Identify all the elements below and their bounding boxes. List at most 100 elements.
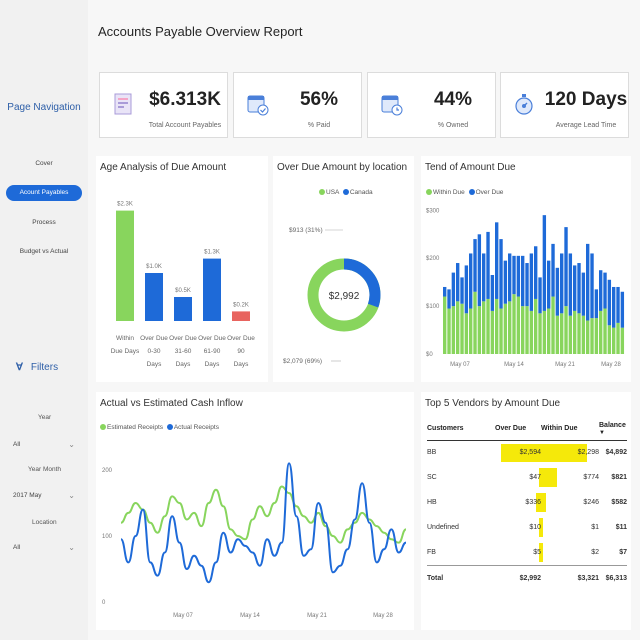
trend-over-bar bbox=[551, 243, 555, 297]
sort-desc-icon: ▼ bbox=[599, 429, 605, 436]
trend-over-bar bbox=[477, 234, 482, 307]
trend-x-tick: May 07 bbox=[450, 362, 470, 368]
trend-over-bar bbox=[607, 279, 612, 326]
filter-location-value: All bbox=[13, 544, 21, 551]
trend-within-bar bbox=[512, 294, 516, 354]
trend-over-bar bbox=[547, 260, 551, 309]
trend-over-bar bbox=[620, 291, 625, 328]
age-bar-label: $2.3K bbox=[117, 202, 133, 208]
age-bar-label: $0.2K bbox=[233, 302, 249, 308]
age-bar-label: $0.5K bbox=[175, 288, 191, 294]
trend-over-bar bbox=[521, 255, 525, 307]
over-due-cell: $5 bbox=[495, 540, 541, 565]
trend-over-bar bbox=[564, 227, 568, 307]
trend-over-bar bbox=[573, 265, 577, 311]
trend-over-bar bbox=[451, 272, 456, 307]
trend-over-bar bbox=[443, 286, 447, 297]
trend-y-tick: $0 bbox=[426, 352, 433, 358]
age-category-label: Over Due bbox=[227, 335, 255, 342]
col-customers[interactable]: Customers bbox=[427, 418, 495, 441]
filter-year-month-select[interactable]: 2017 May ⌄ bbox=[13, 491, 75, 504]
data-bar bbox=[541, 468, 557, 487]
trend-over-bar bbox=[503, 260, 508, 304]
filter-year-label: Year bbox=[38, 414, 52, 421]
total-balance: $6,313 bbox=[599, 564, 627, 591]
kpi-value: 120 Days bbox=[544, 89, 628, 110]
trend-over-bar bbox=[542, 215, 547, 311]
trend-over-bar bbox=[456, 263, 460, 302]
cash-y-tick: 200 bbox=[102, 468, 113, 474]
age-analysis-panel: Age Analysis of Due Amount $2.3K $1.0K $0.… bbox=[96, 156, 268, 382]
over-due-cell: $336 bbox=[495, 490, 541, 515]
filter-year-select[interactable]: All ⌄ bbox=[13, 440, 75, 453]
vendor-name: SC bbox=[427, 474, 437, 481]
top-vendors-title: Top 5 Vendors by Amount Due bbox=[425, 398, 561, 409]
trend-x-tick: May 28 bbox=[601, 362, 621, 368]
table-row[interactable]: SC $47 $774 $821 bbox=[427, 465, 627, 490]
trend-within-bar bbox=[486, 298, 490, 354]
nav-item-budget-vs-actual[interactable]: Budget vs Actual bbox=[6, 244, 82, 260]
trend-over-bar bbox=[447, 289, 451, 309]
calendar-clock-icon bbox=[381, 95, 403, 116]
trend-within-bar bbox=[495, 298, 499, 354]
balance-cell: $11 bbox=[615, 524, 627, 531]
age-category-label: Over Due bbox=[169, 335, 197, 342]
age-bar bbox=[174, 297, 192, 321]
estimated-receipts-line bbox=[120, 485, 407, 544]
top-vendors-panel: Top 5 Vendors by Amount Due Customers Ov… bbox=[421, 392, 631, 630]
age-category-label: 0-30 bbox=[147, 348, 160, 355]
age-category-label: Within bbox=[116, 335, 134, 342]
cash-x-tick: May 21 bbox=[307, 613, 327, 619]
vendor-name: HB bbox=[427, 499, 437, 506]
filter-location-label: Location bbox=[32, 519, 57, 526]
trend-over-bar bbox=[560, 253, 564, 314]
donut-center-label: $2,992 bbox=[329, 291, 360, 302]
trend-within-bar bbox=[443, 296, 447, 354]
calendar-check-icon bbox=[247, 95, 269, 116]
trend-y-tick: $100 bbox=[426, 304, 440, 310]
trend-over-bar bbox=[581, 272, 586, 316]
sidebar: Page Navigation Cover Acount Payables Pr… bbox=[0, 0, 88, 640]
chevron-down-icon: ⌄ bbox=[68, 440, 75, 449]
age-category-label: Over Due bbox=[198, 335, 226, 342]
chevron-down-icon: ⌄ bbox=[68, 491, 75, 500]
filters-heading: ∀ Filters bbox=[16, 362, 58, 373]
trend-within-bar bbox=[555, 315, 560, 354]
donut-usa-label: $2,079 (69%) bbox=[283, 358, 322, 365]
trend-over-bar bbox=[586, 243, 590, 321]
trend-within-bar bbox=[529, 310, 534, 354]
trend-over-bar bbox=[473, 239, 477, 292]
trend-over-bar bbox=[603, 272, 607, 309]
trend-within-bar bbox=[560, 313, 564, 354]
trend-within-bar bbox=[616, 322, 620, 354]
trend-over-bar bbox=[599, 270, 603, 311]
vendors-table: Customers Over Due Within Due Balance ▼ B… bbox=[427, 418, 627, 591]
col-within-due[interactable]: Within Due bbox=[541, 418, 599, 441]
filter-location-select[interactable]: All ⌄ bbox=[13, 543, 75, 556]
trend-within-bar bbox=[547, 308, 551, 354]
table-row[interactable]: Undefined $10 $1 $11 bbox=[427, 515, 627, 540]
nav-item-cover[interactable]: Cover bbox=[6, 156, 82, 172]
kpi-card-lead-time: 120 Days Average Lead Time bbox=[500, 72, 629, 138]
table-row[interactable]: FB $5 $2 $7 bbox=[427, 540, 627, 565]
trend-y-tick: $200 bbox=[426, 256, 440, 262]
trend-over-bar bbox=[525, 263, 529, 307]
nav-item-process[interactable]: Process bbox=[6, 215, 82, 231]
col-balance-label: Balance bbox=[599, 421, 626, 429]
age-category-label: Due Days bbox=[111, 348, 140, 355]
age-category-label: 90 bbox=[237, 348, 245, 355]
table-row[interactable]: BB $2,594 $2,298 $4,892 bbox=[427, 440, 627, 465]
vendor-name: BB bbox=[427, 449, 437, 457]
cash-inflow-chart: 200 100 0 May 07 May 14 May 21 May 28 bbox=[102, 462, 407, 619]
nav-item-account-payables[interactable]: Acount Payables bbox=[6, 185, 82, 201]
col-balance[interactable]: Balance ▼ bbox=[599, 418, 627, 441]
overdue-location-donut: $2,992 $913 (31%) $2,079 (69%) bbox=[283, 227, 381, 365]
trend-within-bar bbox=[516, 296, 521, 354]
trend-within-bar bbox=[620, 327, 625, 354]
within-due-cell: $1 bbox=[541, 515, 599, 540]
trend-over-bar bbox=[460, 277, 464, 304]
age-category-label: Days bbox=[234, 361, 250, 368]
col-over-due[interactable]: Over Due bbox=[495, 418, 541, 441]
table-row[interactable]: HB $336 $246 $582 bbox=[427, 490, 627, 515]
over-due-cell: $10 bbox=[495, 515, 541, 540]
